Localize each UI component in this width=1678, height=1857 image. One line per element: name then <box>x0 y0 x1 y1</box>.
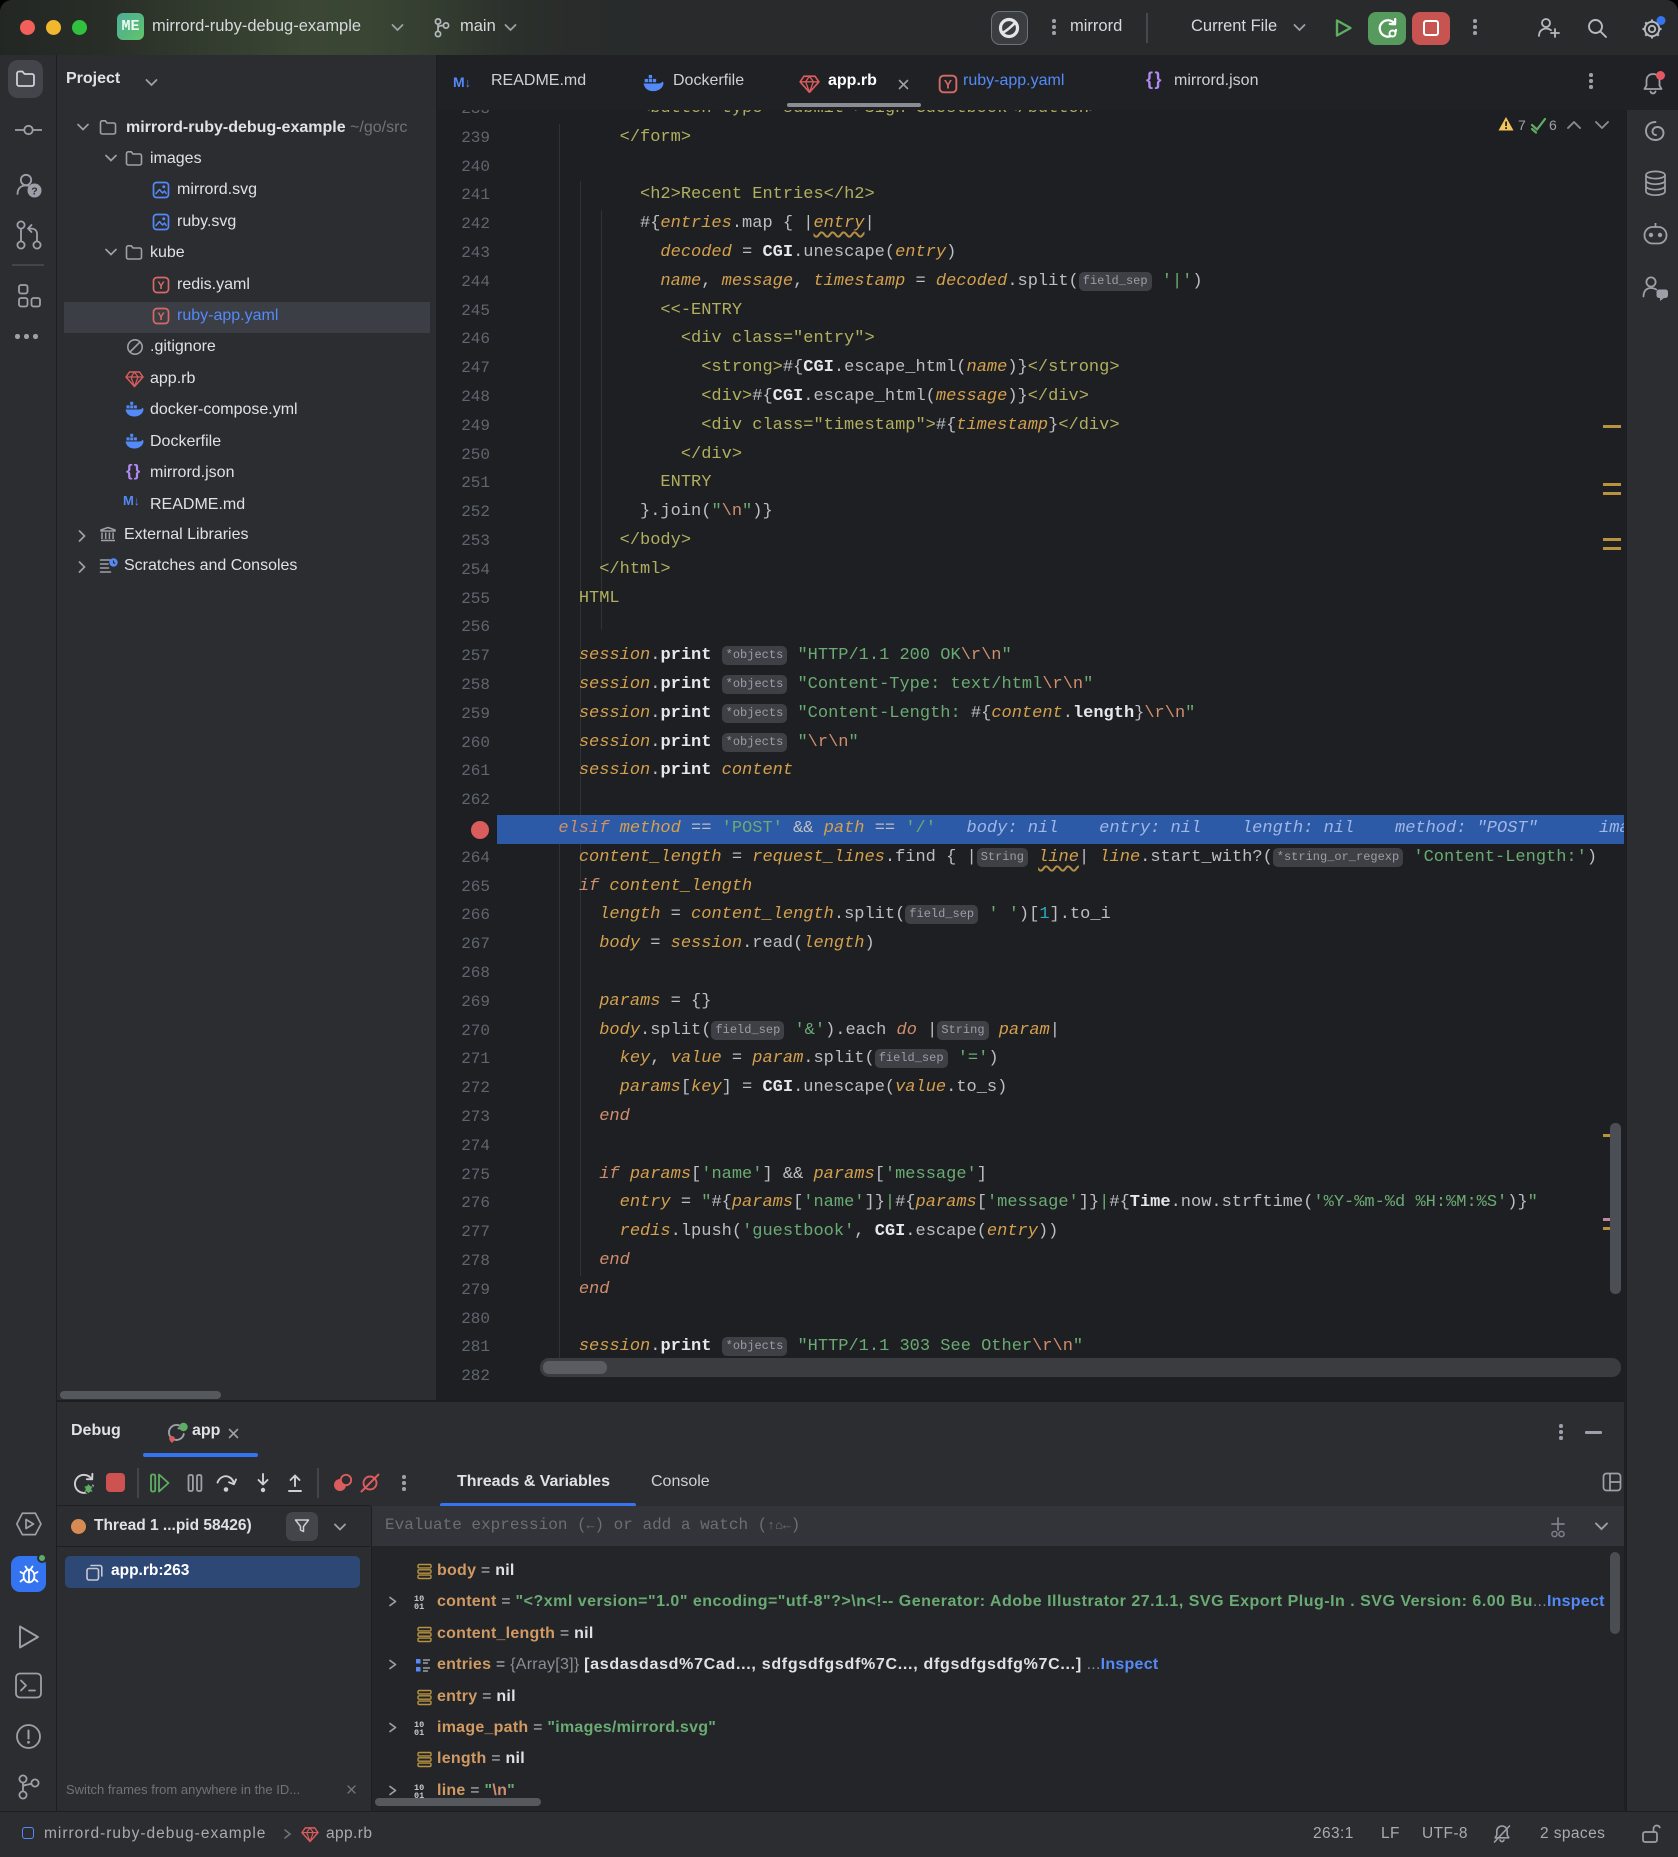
svg-text:Y: Y <box>157 280 165 292</box>
svg-text:6: 6 <box>1549 117 1557 133</box>
svg-text:Y: Y <box>157 311 165 323</box>
svg-text:7: 7 <box>1518 117 1526 133</box>
svg-text:?: ? <box>31 185 37 197</box>
svg-text:Y: Y <box>944 77 952 91</box>
